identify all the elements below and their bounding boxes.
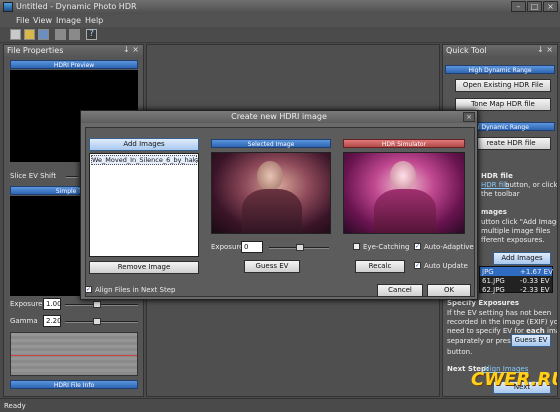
add-images-button[interactable]: Add Images [89, 138, 199, 151]
hdri-file-info-header: HDRI File Info [10, 380, 138, 389]
window-title: Untitled - Dynamic Photo HDR [16, 2, 137, 11]
new-icon[interactable] [10, 29, 21, 40]
eye-catching-label: Eye-Catching [363, 243, 410, 251]
save-icon[interactable] [38, 29, 49, 40]
auto-update-checkbox[interactable]: ✓ [414, 262, 421, 269]
images-help-1: utton click "Add Images" [481, 218, 557, 226]
watermark-logo: CWER.RU [471, 369, 558, 390]
dialog-exposure-thumb[interactable] [296, 244, 304, 251]
maximize-button[interactable]: □ [527, 1, 542, 12]
align-files-checkbox[interactable]: ✓ [85, 286, 92, 293]
dialog-close-button[interactable]: × [463, 112, 475, 122]
status-bar: Ready [0, 398, 560, 412]
hdr-help-text-2: the toolbar [481, 190, 520, 198]
hdri-preview-header: HDRI Preview [10, 60, 138, 69]
dialog-exposure-label: Exposure [211, 243, 244, 251]
ev-row[interactable]: 62.JPG -2.33 EV [480, 285, 552, 294]
histogram-line [11, 355, 137, 356]
gamma-slider-thumb[interactable] [93, 318, 101, 325]
exposure-label: Exposure [10, 300, 43, 308]
ev-row-selected[interactable]: JPG +1.67 EV [480, 267, 553, 276]
exposure-slider[interactable] [65, 301, 138, 308]
ev-list: JPG +1.67 EV 61.JPG -0.33 EV 62.JPG -2.3… [479, 266, 553, 294]
specify-help-5: button. [447, 348, 473, 356]
portrait-body [374, 189, 436, 233]
portrait-face [257, 161, 283, 191]
create-hdri-dialog: Create new HDRI image × Add Images We_Mo… [80, 110, 478, 300]
specify-help-2: recorded in the image (EXIF) you will [447, 318, 558, 326]
ev-row-name: 61.JPG [482, 277, 505, 285]
quick-tool-title: Quick Tool [446, 46, 487, 55]
file-properties-title: File Properties [7, 46, 64, 55]
gamma-slider[interactable] [65, 318, 138, 325]
minimize-button[interactable]: – [511, 1, 526, 12]
guess-ev-button[interactable]: Guess EV [244, 260, 300, 273]
ok-button[interactable]: OK [427, 284, 471, 297]
menu-bar: File View Image Help [0, 14, 560, 27]
dialog-exposure-input[interactable]: 0 [241, 241, 263, 253]
selected-image-preview [211, 152, 331, 234]
slice-ev-shift-label: Slice EV Shift [10, 172, 57, 180]
images-help-3: fferent exposures. [481, 236, 545, 244]
app-icon [3, 2, 13, 12]
panel-pin-icon[interactable]: ↓ × [537, 45, 553, 54]
ev-row-value: -0.33 EV [520, 277, 550, 285]
toolbar: ? [0, 27, 560, 43]
cancel-button[interactable]: Cancel [377, 284, 423, 297]
dialog-exposure-slider[interactable] [269, 244, 329, 251]
exposure-input[interactable]: 1.00 [43, 298, 62, 310]
align-files-label: Align Files in Next Step [95, 286, 176, 294]
images-help-2: multiple image files [481, 227, 551, 235]
eye-catching-checkbox[interactable] [353, 243, 360, 250]
hdr-section-header: High Dynamic Range [445, 65, 555, 74]
auto-adaptive-checkbox[interactable]: ✓ [414, 243, 421, 250]
file-list-item[interactable]: We_Moved_In_Silence_6_by_hakanphotograph… [91, 155, 198, 165]
paste-icon[interactable] [69, 29, 80, 40]
gamma-label: Gamma [10, 317, 38, 325]
portrait-body [242, 189, 302, 233]
portrait-face [390, 161, 416, 191]
dialog-title: Create new HDRI image [81, 111, 477, 123]
recalc-button[interactable]: Recalc [355, 260, 405, 273]
menu-file[interactable]: File [16, 16, 29, 25]
histogram-canvas [10, 332, 138, 376]
file-list[interactable]: We_Moved_In_Silence_6_by_hakanphotograph… [89, 153, 199, 257]
open-icon[interactable] [24, 29, 35, 40]
auto-update-label: Auto Update [424, 262, 468, 270]
ev-row-value: -2.33 EV [520, 286, 550, 294]
copy-icon[interactable] [55, 29, 66, 40]
remove-image-button[interactable]: Remove Image [89, 261, 199, 274]
menu-view[interactable]: View [33, 16, 52, 25]
quick-add-images-button[interactable]: Add Images [493, 252, 551, 265]
specify-help-1: If the EV setting has not been [447, 309, 552, 317]
create-hdr-file-button[interactable]: reate HDR file [471, 137, 551, 150]
quick-guess-ev-button[interactable]: Guess EV [511, 334, 551, 347]
ev-row-name: JPG [482, 268, 494, 276]
hdr-file-heading: HDR file [481, 172, 513, 180]
slice-ev-slider[interactable] [66, 176, 78, 178]
selected-image-header: Selected Image [211, 139, 331, 148]
specify-exposures-heading: Specify Exposures [447, 299, 520, 307]
panel-pin-icon[interactable]: ↓ × [123, 45, 139, 54]
auto-adaptive-label: Auto-Adaptive [424, 243, 474, 251]
close-window-button[interactable]: × [543, 1, 558, 12]
menu-help[interactable]: Help [85, 16, 103, 25]
hdr-help-text-1: button, or click [505, 181, 558, 189]
hdr-simulator-header: HDR Simulator [343, 139, 465, 148]
status-text: Ready [4, 402, 26, 410]
specify-help-4: separately or press [447, 337, 515, 345]
images-heading: mages [481, 208, 507, 216]
title-bar: Untitled - Dynamic Photo HDR – □ × [0, 0, 560, 14]
help-icon[interactable]: ? [86, 29, 97, 40]
open-hdr-file-button[interactable]: Open Existing HDR File [455, 79, 551, 92]
gamma-input[interactable]: 2.20 [43, 315, 62, 327]
exposure-slider-thumb[interactable] [93, 301, 101, 308]
hdr-simulator-preview [343, 152, 465, 234]
ev-row[interactable]: 61.JPG -0.33 EV [480, 276, 552, 285]
ev-row-value: +1.67 EV [520, 268, 553, 276]
menu-image[interactable]: Image [56, 16, 81, 25]
ev-row-name: 62.JPG [482, 286, 505, 294]
